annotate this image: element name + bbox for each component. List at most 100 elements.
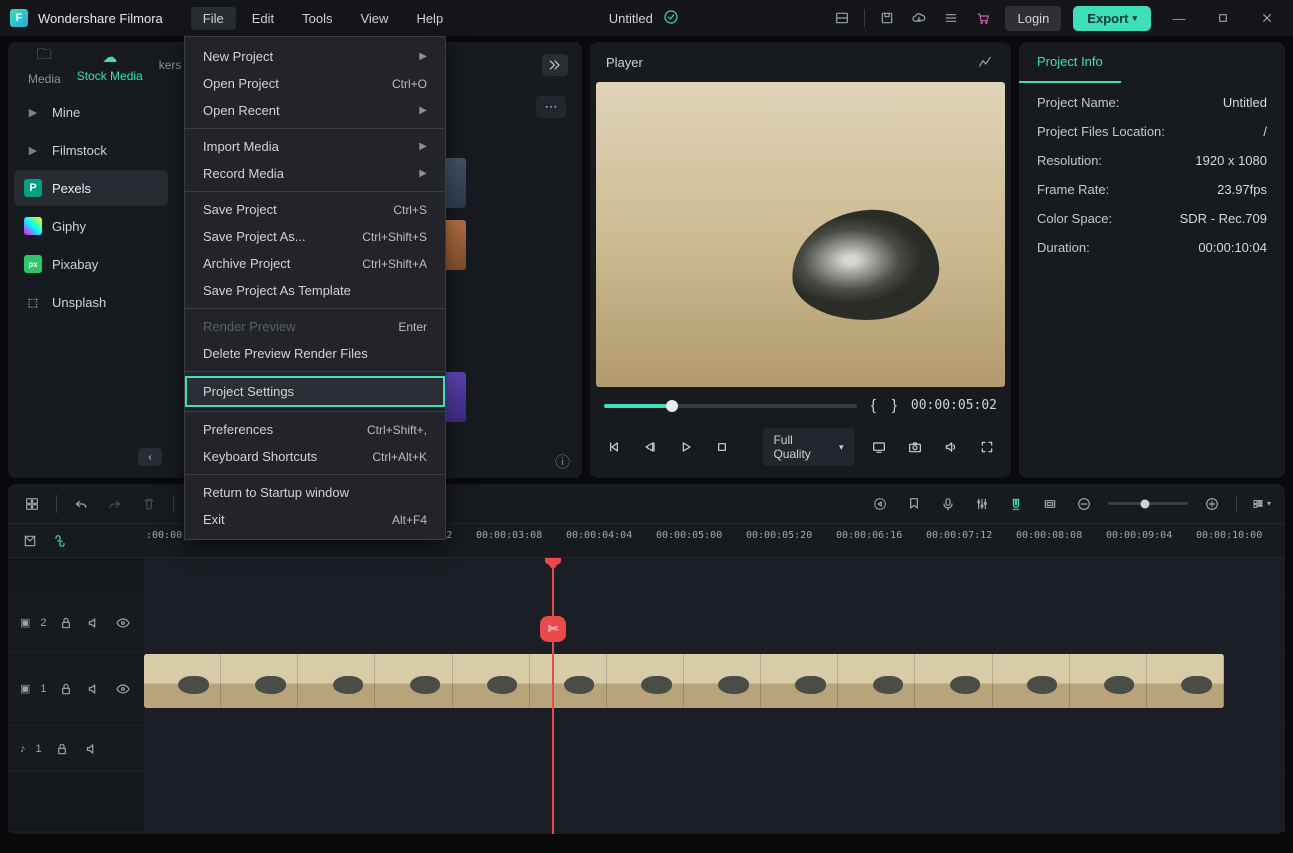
- quality-selector[interactable]: Full Quality▾: [763, 428, 853, 466]
- menu-exit[interactable]: ExitAlt+F4: [185, 506, 445, 533]
- play-button[interactable]: [676, 439, 696, 455]
- lock-icon[interactable]: [52, 739, 72, 759]
- sidebar-item-unsplash[interactable]: ⬚Unsplash: [14, 284, 168, 320]
- menu-help[interactable]: Help: [404, 7, 455, 30]
- tab-media[interactable]: 🗀Media: [22, 40, 67, 90]
- mute-icon[interactable]: [82, 739, 102, 759]
- menu-return-startup[interactable]: Return to Startup window: [185, 479, 445, 506]
- menu-preferences[interactable]: PreferencesCtrl+Shift+,: [185, 416, 445, 443]
- seek-bar[interactable]: [604, 404, 857, 408]
- menu-edit[interactable]: Edit: [240, 7, 286, 30]
- ruler-tick: :00:00: [146, 530, 182, 541]
- grid-icon[interactable]: [22, 494, 42, 514]
- export-button[interactable]: Export▾: [1073, 6, 1151, 31]
- tab-stock-media[interactable]: ☁Stock Media: [71, 44, 149, 87]
- mark-out-button[interactable]: }: [892, 397, 897, 414]
- display-icon[interactable]: [870, 439, 890, 455]
- eye-icon[interactable]: [114, 613, 132, 633]
- divider: [56, 495, 57, 513]
- volume-icon[interactable]: [941, 439, 961, 455]
- video-clip[interactable]: ▶unnamed: [144, 654, 1224, 708]
- sidebar-item-label: Mine: [52, 105, 80, 120]
- ruler-tick: 00:00:08:08: [1016, 530, 1082, 541]
- link-icon[interactable]: [50, 531, 70, 551]
- save-icon[interactable]: [877, 8, 897, 28]
- menu-import-media[interactable]: Import Media▶: [185, 133, 445, 160]
- marker-button[interactable]: [904, 494, 924, 514]
- window-maximize[interactable]: [1207, 8, 1239, 28]
- timeline-view-button[interactable]: ▾: [1251, 494, 1271, 514]
- menu-save-project[interactable]: Save ProjectCtrl+S: [185, 196, 445, 223]
- cart-icon[interactable]: [973, 8, 993, 28]
- delete-button[interactable]: [139, 494, 159, 514]
- tab-project-info[interactable]: Project Info: [1019, 42, 1121, 83]
- track-add-icon[interactable]: [20, 531, 40, 551]
- menu-archive-project[interactable]: Archive ProjectCtrl+Shift+A: [185, 250, 445, 277]
- play-icon: ▶: [24, 141, 42, 159]
- titlebar: F Wondershare Filmora File Edit Tools Vi…: [0, 0, 1293, 36]
- fullscreen-icon[interactable]: [977, 439, 997, 455]
- zoom-in-button[interactable]: [1202, 494, 1222, 514]
- window-close[interactable]: [1251, 8, 1283, 28]
- sidebar-item-label: Pexels: [52, 181, 91, 196]
- menu-lines-icon[interactable]: [941, 8, 961, 28]
- eye-icon[interactable]: [114, 679, 132, 699]
- video-track-icon: ▣: [20, 616, 30, 629]
- zoom-slider[interactable]: [1108, 502, 1188, 505]
- track-body[interactable]: [144, 726, 1285, 771]
- menu-tools[interactable]: Tools: [290, 7, 344, 30]
- menu-separator: [185, 411, 445, 412]
- sidebar-item-pexels[interactable]: PPexels: [14, 170, 168, 206]
- window-minimize[interactable]: —: [1163, 8, 1195, 28]
- cloud-icon[interactable]: [909, 8, 929, 28]
- mute-icon[interactable]: [85, 613, 103, 633]
- menu-save-template[interactable]: Save Project As Template: [185, 277, 445, 304]
- playhead[interactable]: [552, 558, 554, 834]
- undo-button[interactable]: [71, 494, 91, 514]
- sidebar-collapse-button[interactable]: ‹: [138, 448, 162, 466]
- magnetic-button[interactable]: [1006, 494, 1026, 514]
- zoom-out-button[interactable]: [1074, 494, 1094, 514]
- snapshot-icon[interactable]: [905, 439, 925, 455]
- menu-keyboard-shortcuts[interactable]: Keyboard ShortcutsCtrl+Alt+K: [185, 443, 445, 470]
- mute-icon[interactable]: [85, 679, 103, 699]
- play-back-button[interactable]: [640, 439, 660, 455]
- chart-icon[interactable]: [975, 52, 995, 72]
- prev-frame-button[interactable]: [604, 439, 624, 455]
- more-options-button[interactable]: ⋯: [536, 96, 566, 118]
- menu-open-recent[interactable]: Open Recent▶: [185, 97, 445, 124]
- auto-button[interactable]: [870, 494, 890, 514]
- sidebar-item-pixabay[interactable]: pxPixabay: [14, 246, 168, 282]
- menu-file[interactable]: File: [191, 7, 236, 30]
- menu-separator: [185, 308, 445, 309]
- menu-view[interactable]: View: [348, 7, 400, 30]
- submenu-arrow-icon: ▶: [419, 141, 427, 152]
- menu-delete-render-files[interactable]: Delete Preview Render Files: [185, 340, 445, 367]
- info-icon[interactable]: ⓘ: [555, 451, 570, 472]
- menu-open-project[interactable]: Open ProjectCtrl+O: [185, 70, 445, 97]
- mark-in-button[interactable]: {: [871, 397, 876, 414]
- ruler-head: [8, 531, 144, 551]
- cut-indicator-icon[interactable]: ✄: [540, 616, 566, 642]
- mic-button[interactable]: [938, 494, 958, 514]
- login-button[interactable]: Login: [1005, 6, 1061, 31]
- mixer-button[interactable]: [972, 494, 992, 514]
- lock-icon[interactable]: [57, 679, 75, 699]
- collapse-tabs-button[interactable]: [542, 54, 568, 76]
- menu-record-media[interactable]: Record Media▶: [185, 160, 445, 187]
- sidebar-item-giphy[interactable]: Giphy: [14, 208, 168, 244]
- menu-save-project-as[interactable]: Save Project As...Ctrl+Shift+S: [185, 223, 445, 250]
- redo-button[interactable]: [105, 494, 125, 514]
- track-body[interactable]: ▶unnamed: [144, 652, 1285, 725]
- menu-project-settings[interactable]: Project Settings: [185, 376, 445, 407]
- sidebar-item-mine[interactable]: ▶Mine: [14, 94, 168, 130]
- safe-zone-button[interactable]: [1040, 494, 1060, 514]
- player-video[interactable]: [596, 82, 1005, 387]
- stop-button[interactable]: [712, 439, 732, 455]
- lock-icon[interactable]: [57, 613, 75, 633]
- menu-new-project[interactable]: New Project▶: [185, 43, 445, 70]
- sidebar-item-filmstock[interactable]: ▶Filmstock: [14, 132, 168, 168]
- playhead-handle[interactable]: [545, 558, 561, 564]
- track-body[interactable]: [144, 594, 1285, 651]
- layout-icon[interactable]: [832, 8, 852, 28]
